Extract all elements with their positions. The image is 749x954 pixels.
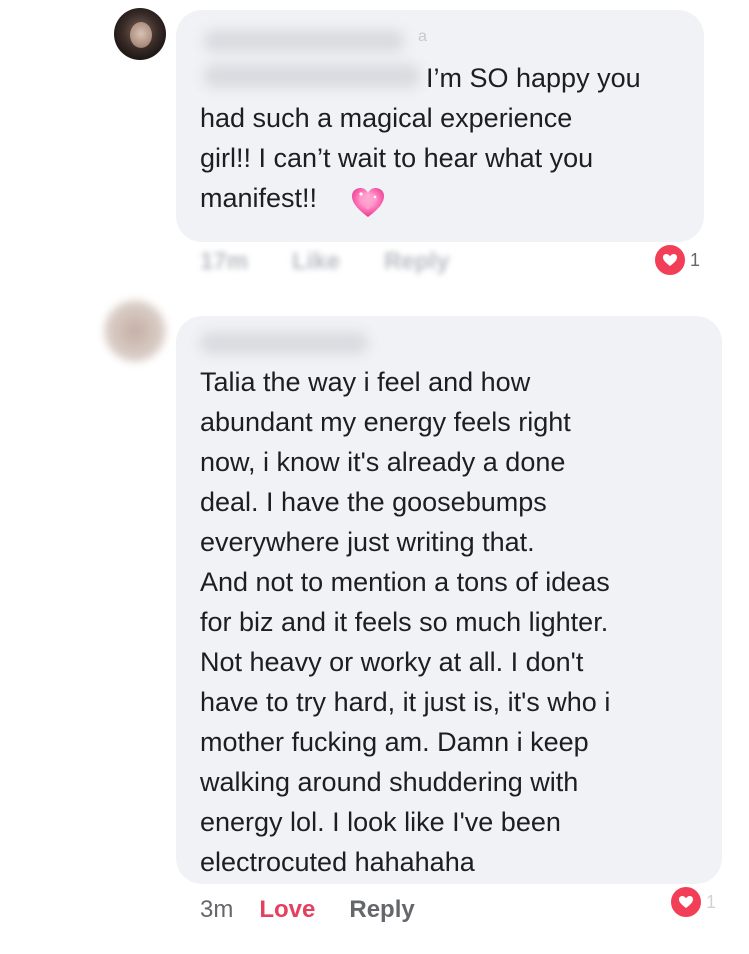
reaction-count: 1	[706, 891, 717, 912]
comment-timestamp: 17m	[200, 248, 249, 275]
reaction-badge[interactable]: 1	[652, 242, 700, 278]
reaction-count: 1	[690, 249, 701, 270]
commenter-avatar[interactable]	[114, 8, 166, 60]
comment-actions: 3m Love Reply	[200, 896, 415, 924]
comment-text: Talia the way i feel and how abundant my…	[200, 367, 611, 877]
reaction-badge[interactable]: 1	[668, 884, 716, 920]
sparkling-heart-icon	[352, 188, 384, 217]
blurred-name-fragment: a	[418, 28, 427, 45]
love-reaction-icon	[668, 884, 704, 920]
comment-text-body: had such a magical experience girl!! I c…	[200, 103, 594, 213]
comment-thread: a I’m SO happy you had such a magical ex…	[0, 0, 749, 954]
comment-text: I’m SO happy you had such a magical expe…	[200, 58, 700, 218]
reply-button[interactable]: Reply	[349, 896, 414, 923]
comment-actions: 17m Like Reply	[200, 248, 493, 276]
love-button[interactable]: Love	[259, 896, 315, 923]
like-button[interactable]: Like	[292, 248, 340, 275]
comment-timestamp: 3m	[200, 896, 234, 923]
love-reaction-icon	[652, 242, 688, 278]
blurred-author-name	[204, 30, 404, 52]
commenter-avatar[interactable]	[104, 300, 166, 362]
comment-text-first-line: I’m SO happy you	[426, 63, 641, 93]
avatar-face	[130, 22, 152, 48]
blurred-author-name	[200, 332, 368, 354]
reply-button[interactable]: Reply	[384, 248, 449, 275]
